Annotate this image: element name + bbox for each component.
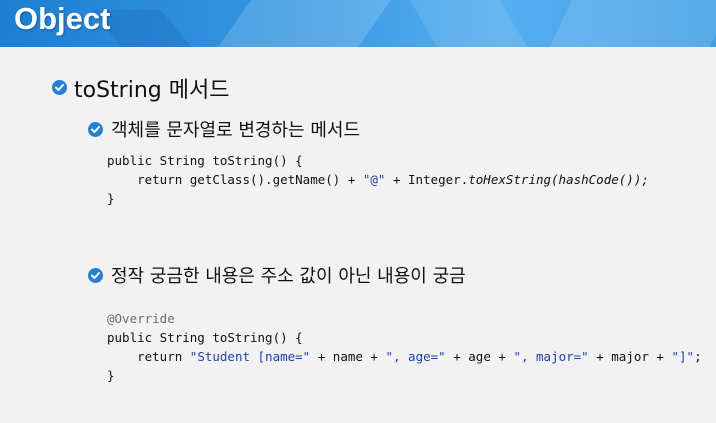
banner-decoration xyxy=(187,0,413,47)
code-block: @Override public String toString() { ret… xyxy=(107,309,702,385)
code-token: + major + xyxy=(588,349,672,364)
code-token: return getClass().getName() + xyxy=(107,172,363,187)
slide-title: Object xyxy=(14,1,111,36)
code-string: ", age=" xyxy=(385,349,446,364)
code-block: public String toString() { return getCla… xyxy=(107,151,649,208)
code-string: "@" xyxy=(362,172,386,187)
code-line: public String toString() { xyxy=(107,153,303,168)
code-string: "]" xyxy=(671,349,695,364)
code-line: return getClass().getName() + "@" + Inte… xyxy=(107,172,649,187)
banner-decoration xyxy=(398,0,552,47)
bullet-text: 정작 궁금한 내용은 주소 값이 아닌 내용이 궁금 xyxy=(111,266,466,287)
code-token: return xyxy=(107,349,190,364)
code-string: ", major=" xyxy=(513,349,589,364)
code-method-call: toHexString(hashCode()); xyxy=(468,172,649,187)
code-token: + age + xyxy=(445,349,514,364)
code-annotation: @Override xyxy=(107,311,175,326)
check-circle-icon xyxy=(88,122,103,137)
title-banner: Object xyxy=(0,0,716,47)
code-token: ; xyxy=(694,349,702,364)
banner-decoration xyxy=(529,0,716,47)
code-token: + Integer. xyxy=(385,172,469,187)
section-heading: toString 메서드 xyxy=(74,78,230,103)
check-circle-icon xyxy=(88,268,103,283)
check-circle-icon xyxy=(52,80,67,95)
code-line: return "Student [name=" + name + ", age=… xyxy=(107,349,702,364)
code-line: } xyxy=(107,191,115,206)
code-line: public String toString() { xyxy=(107,330,303,345)
bullet-text: 객체를 문자열로 변경하는 메서드 xyxy=(111,120,361,141)
code-string: "Student [name=" xyxy=(189,349,311,364)
code-token: + name + xyxy=(310,349,386,364)
code-line: } xyxy=(107,368,115,383)
